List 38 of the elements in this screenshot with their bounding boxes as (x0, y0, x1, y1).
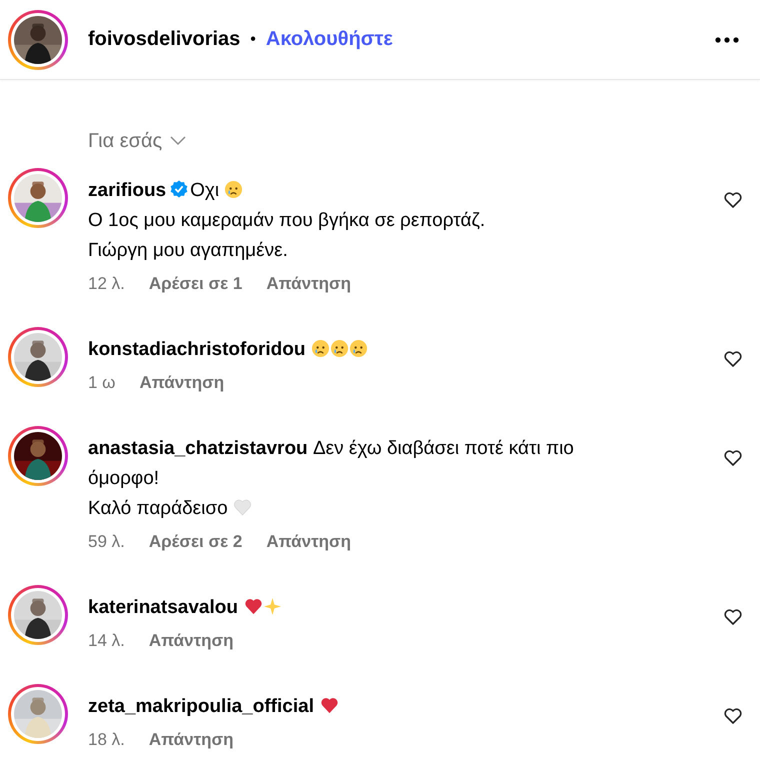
heart-icon (232, 498, 252, 517)
likes-link[interactable]: Αρέσει σε 1 (148, 274, 242, 294)
heart-icon (320, 696, 339, 715)
comment-time: 1 ω (88, 373, 116, 393)
like-icon[interactable] (724, 609, 742, 625)
username[interactable]: zarifious (88, 180, 166, 201)
username[interactable]: konstadiachristoforidou (88, 339, 306, 360)
username[interactable]: katerinatsavalou (88, 597, 238, 618)
username[interactable]: foivosdelivorias (88, 28, 240, 51)
like-icon[interactable] (724, 192, 742, 208)
crying-face-icon (224, 180, 244, 199)
comment-text: anastasia_chatzistavrou Δεν έχω διαβάσει ποτέ κάτι πιο όμορφο! Καλό παράδεισο (88, 437, 575, 521)
crying-face-icon (330, 339, 350, 358)
star-icon (262, 597, 282, 616)
separator: • (250, 30, 256, 48)
reply-link[interactable]: Απάντηση (266, 532, 352, 552)
username[interactable]: zeta_makripoulia_official (88, 696, 314, 717)
reply-link[interactable]: Απάντηση (139, 373, 224, 393)
more-icon[interactable] (714, 36, 740, 44)
comment-time: 12 λ. (88, 274, 125, 294)
comment-text: zarifious Οχι Ο 1ος μου καμεραμάν που βγήκα σε ρεπορτάζ. Γιώργη μου αγαπημένε. (88, 179, 486, 263)
comment-time: 59 λ. (88, 532, 125, 552)
like-icon[interactable] (724, 351, 742, 367)
like-icon[interactable] (724, 708, 742, 724)
heart-icon (244, 597, 263, 616)
reply-link[interactable]: Απάντηση (148, 730, 234, 750)
username[interactable]: anastasia_chatzistavrou (88, 438, 308, 459)
crying-face-icon (311, 339, 330, 358)
filter-label[interactable]: Για εσάς (88, 130, 162, 152)
crying-face-icon (349, 339, 368, 358)
chevron-icon[interactable] (170, 136, 186, 146)
likes-link[interactable]: Αρέσει σε 2 (148, 532, 242, 552)
reply-link[interactable]: Απάντηση (148, 631, 234, 651)
reply-link[interactable]: Απάντηση (266, 274, 352, 294)
follow-button[interactable]: Ακολουθήστε (266, 28, 393, 51)
comment-time: 18 λ. (88, 730, 125, 750)
comment-time: 14 λ. (88, 631, 125, 651)
like-icon[interactable] (724, 450, 742, 466)
